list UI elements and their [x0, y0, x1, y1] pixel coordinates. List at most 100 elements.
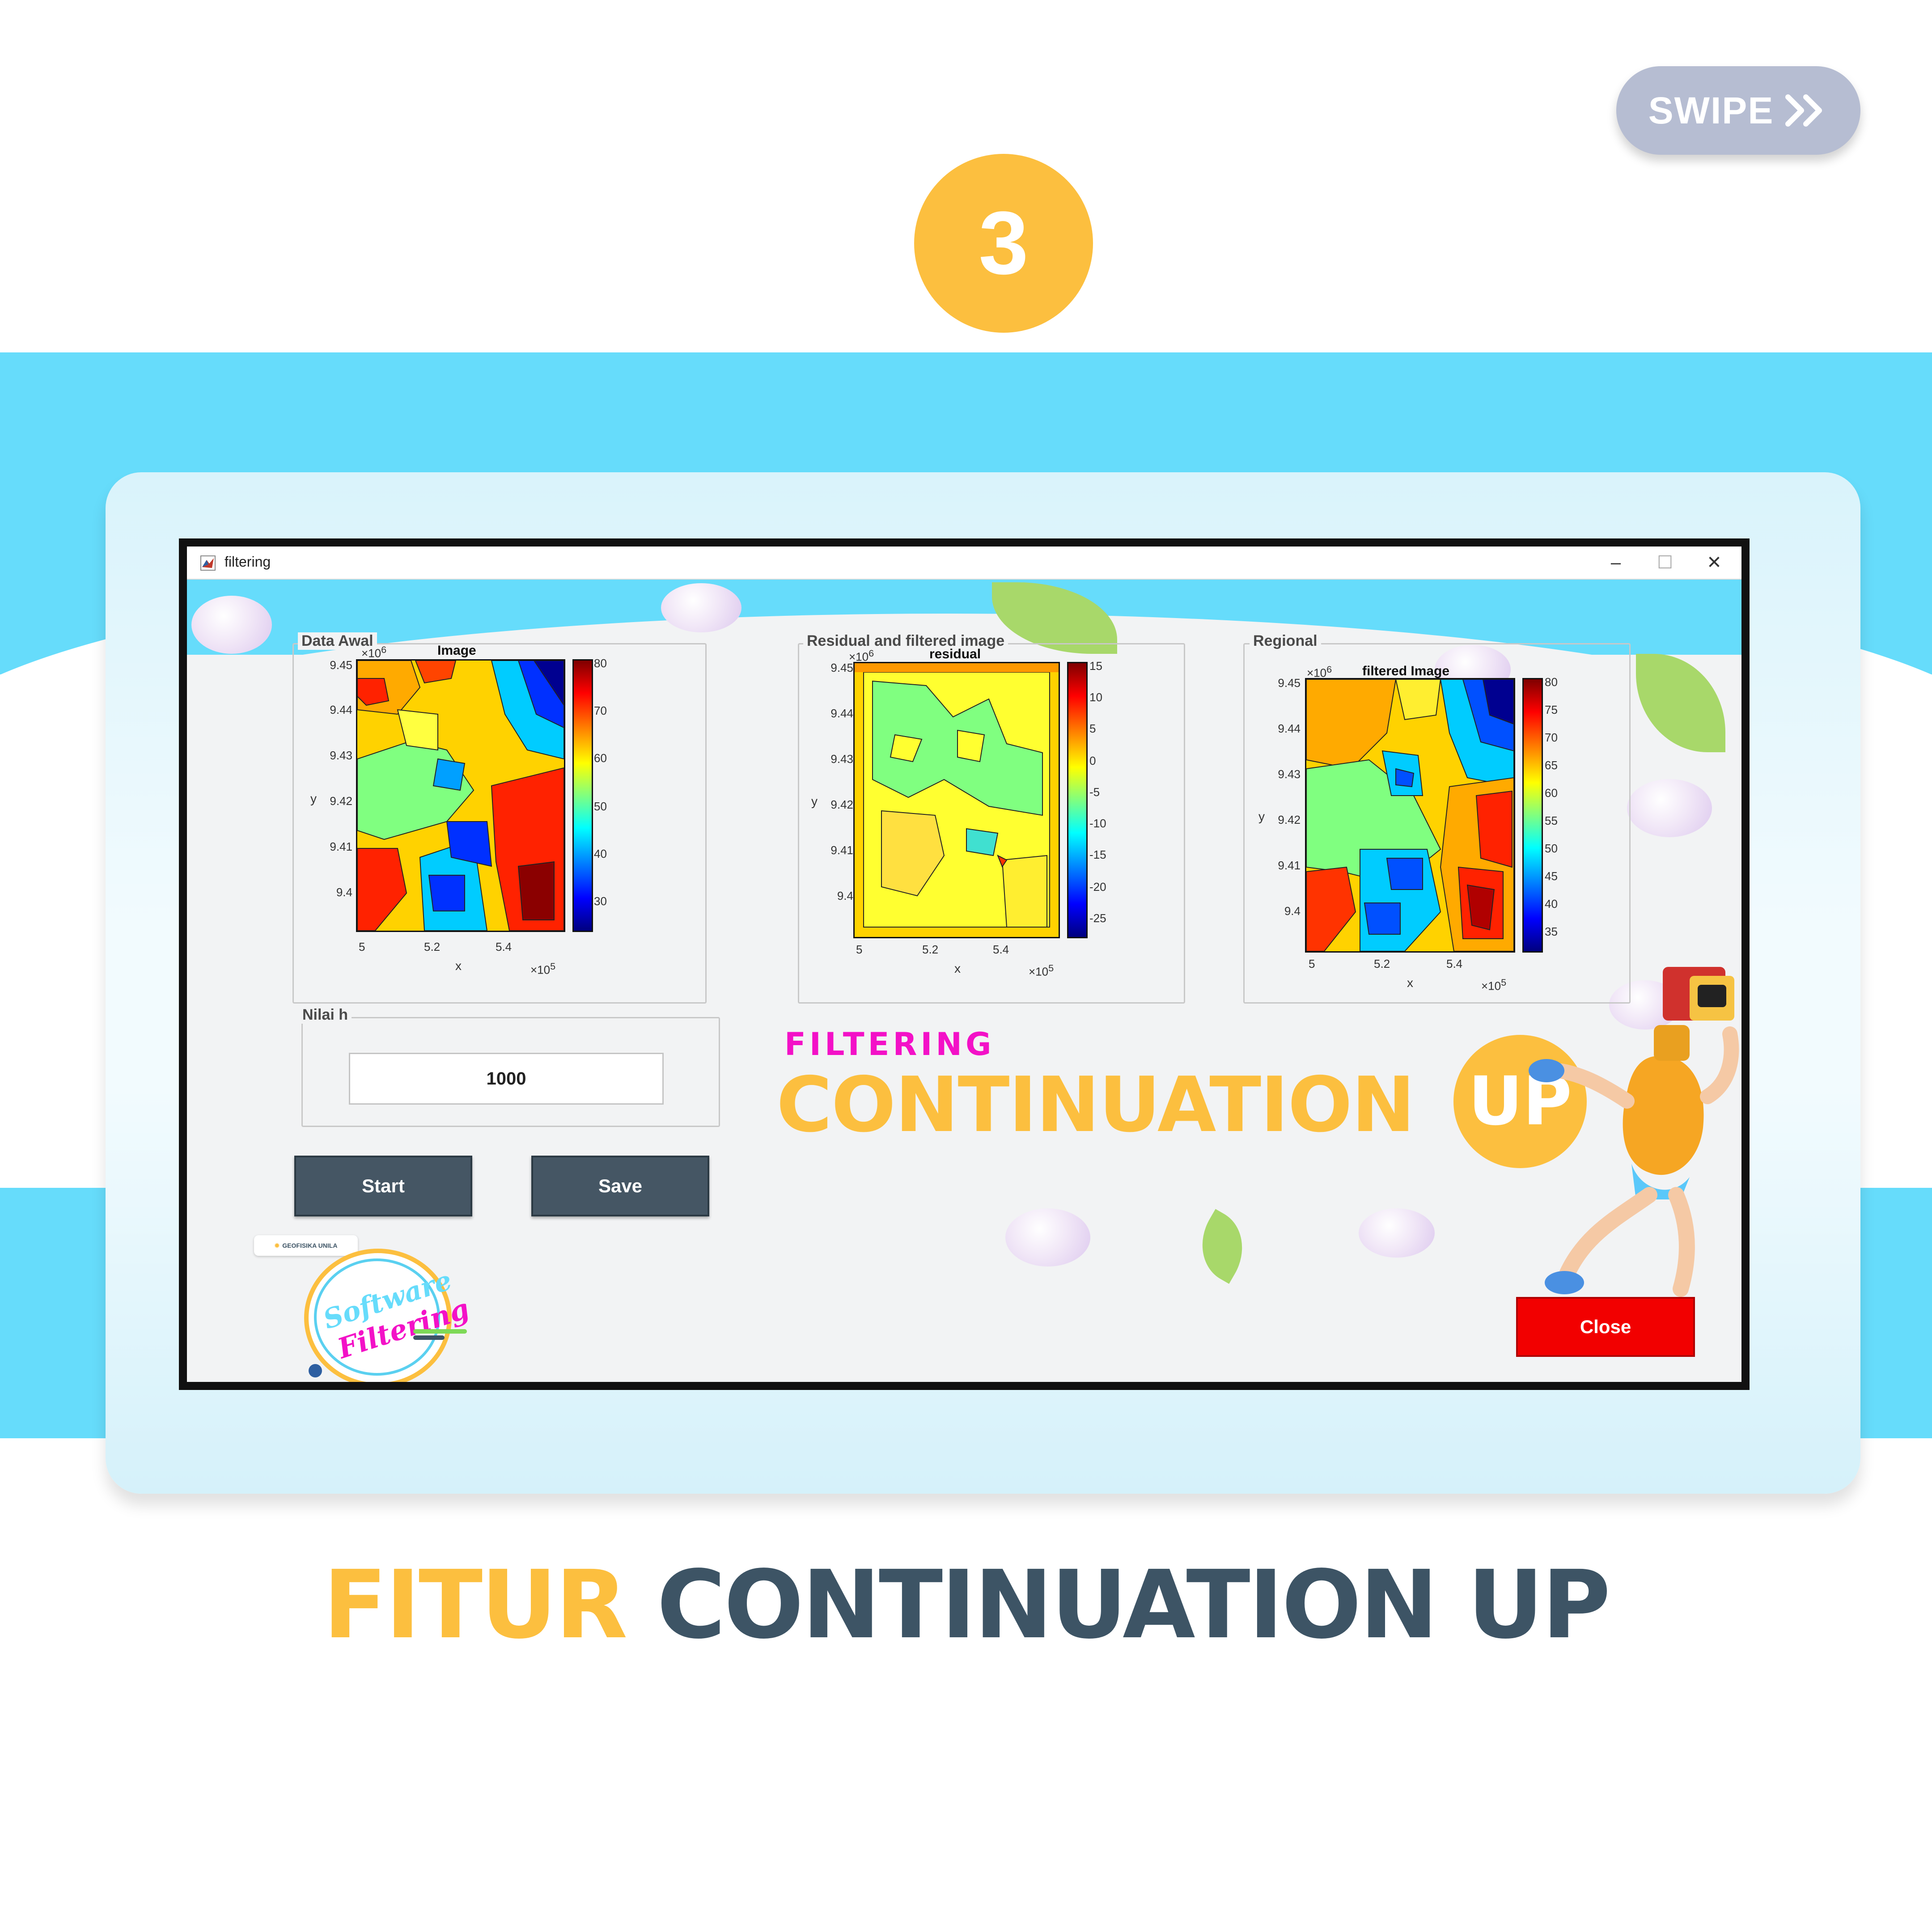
close-button[interactable]: Close	[1516, 1297, 1695, 1357]
y-tick-labels: 9.45 9.44 9.43 9.42 9.41 9.4	[317, 658, 352, 936]
y-tick: 9.42	[1278, 813, 1301, 826]
x-exponent: ×105	[530, 961, 556, 977]
colorbar-tick: 55	[1545, 814, 1558, 827]
colorbar-ticks: 80 75 70 65 60 55 50 45 40 35	[1545, 675, 1572, 953]
y-tick: 9.41	[330, 840, 352, 853]
y-tick: 9.4	[336, 886, 352, 899]
colorbar-tick: 60	[594, 751, 607, 765]
x-tick: 5.4	[993, 943, 1009, 956]
geofisika-badge: ✹ GEOFISIKA UNILA	[254, 1235, 358, 1256]
y-tick: 9.45	[330, 658, 352, 672]
x-axis-label: x	[455, 959, 462, 973]
swipe-button[interactable]: SWIPE	[1616, 66, 1860, 155]
y-tick: 9.45	[830, 661, 853, 674]
cloud-decoration	[1359, 1208, 1435, 1258]
running-character-illustration	[1529, 967, 1739, 1297]
colorbar-tick: 30	[594, 894, 607, 908]
panel-title: Regional	[1250, 632, 1321, 650]
x-axis-label: x	[954, 962, 961, 975]
colorbar	[572, 659, 593, 932]
y-tick-labels: 9.45 9.44 9.43 9.42 9.41 9.4	[818, 661, 853, 938]
y-tick: 9.41	[1278, 859, 1301, 872]
x-exponent: ×105	[1029, 962, 1054, 979]
logo-bar	[413, 1329, 467, 1334]
contour-map	[855, 663, 1059, 937]
colorbar-tick: -20	[1089, 880, 1106, 894]
badge-org: GEOFISIKA UNILA	[282, 1242, 338, 1249]
colorbar-tick: 75	[1545, 703, 1558, 716]
app-window: filtering – ☐ ✕ Data Awal ×106 Image 9.4…	[179, 538, 1750, 1390]
feature-title: FITUR CONTINUATION UP	[0, 1550, 1932, 1660]
colorbar-tick: 15	[1089, 659, 1102, 673]
colorbar-tick: 45	[1545, 869, 1558, 883]
cloud-decoration	[1627, 779, 1712, 837]
software-filtering-logo: ✹ GEOFISIKA UNILA Software Filtering	[254, 1235, 487, 1382]
contour-plot-residual	[853, 662, 1060, 938]
y-axis-label: y	[811, 794, 818, 808]
colorbar	[1522, 678, 1543, 953]
contour-plot-image	[356, 659, 565, 932]
x-tick: 5	[1309, 957, 1315, 970]
sun-icon: ✹	[274, 1241, 280, 1249]
y-tick: 9.43	[830, 752, 853, 766]
matlab-icon	[200, 555, 216, 571]
leaf-decoration	[1186, 1209, 1258, 1284]
y-tick: 9.45	[1278, 676, 1301, 690]
colorbar-tick: 80	[1545, 675, 1558, 689]
x-tick: 5.4	[1446, 957, 1463, 970]
y-tick: 9.44	[1278, 722, 1301, 735]
y-axis-label: y	[310, 792, 317, 805]
contour-map	[1306, 679, 1514, 951]
y-tick: 9.42	[830, 798, 853, 811]
filtering-heading: FILTERING	[784, 1026, 995, 1063]
save-button[interactable]: Save	[531, 1156, 709, 1216]
window-titlebar: filtering – ☐ ✕	[187, 547, 1741, 580]
colorbar-tick: -10	[1089, 817, 1106, 830]
step-number-badge: 3	[914, 154, 1093, 333]
y-axis-label: y	[1258, 809, 1265, 823]
feature-title-accent: FITUR	[323, 1550, 627, 1660]
y-tick: 9.44	[830, 707, 853, 720]
x-tick: 5	[856, 943, 863, 956]
x-exponent: ×105	[1481, 977, 1507, 993]
colorbar-tick: 70	[594, 704, 607, 717]
app-window-body: filtering – ☐ ✕ Data Awal ×106 Image 9.4…	[187, 547, 1741, 1382]
x-tick: 5	[359, 940, 365, 953]
colorbar-tick: 40	[594, 847, 607, 860]
y-exponent: ×106	[361, 644, 387, 660]
colorbar-tick: 10	[1089, 691, 1102, 704]
y-tick: 9.4	[837, 889, 853, 902]
colorbar-tick: 0	[1089, 754, 1096, 767]
colorbar-tick: 50	[1545, 842, 1558, 855]
swipe-label: SWIPE	[1648, 89, 1774, 131]
colorbar-tick: 50	[594, 800, 607, 813]
y-tick: 9.43	[330, 749, 352, 762]
y-tick: 9.42	[330, 794, 352, 808]
nilai-h-input[interactable]	[349, 1053, 664, 1105]
y-tick: 9.44	[330, 703, 352, 716]
x-tick: 5.4	[496, 940, 512, 953]
continuation-heading: CONTINUATION	[776, 1061, 1415, 1149]
cloud-decoration	[191, 596, 272, 654]
contour-plot-filtered	[1305, 678, 1515, 953]
colorbar-ticks: 15 10 5 0 -5 -10 -15 -20 -25	[1089, 659, 1116, 936]
contour-map	[357, 661, 564, 931]
start-button[interactable]: Start	[294, 1156, 472, 1216]
colorbar-tick: 60	[1545, 786, 1558, 800]
maximize-button[interactable]: ☐	[1645, 550, 1685, 575]
minimize-button[interactable]: –	[1596, 550, 1636, 575]
close-window-button[interactable]: ✕	[1694, 550, 1734, 575]
double-chevron-right-icon	[1785, 94, 1822, 127]
y-tick-labels: 9.45 9.44 9.43 9.42 9.41 9.4	[1265, 676, 1301, 953]
colorbar-tick: 5	[1089, 722, 1096, 735]
colorbar	[1067, 662, 1088, 938]
colorbar-tick: 40	[1545, 897, 1558, 911]
colorbar-tick: 80	[594, 657, 607, 670]
x-tick: 5.2	[424, 940, 441, 953]
colorbar-tick: 65	[1545, 758, 1558, 772]
cloud-decoration	[1005, 1208, 1090, 1267]
cloud-decoration	[661, 583, 741, 632]
x-axis-label: x	[1407, 976, 1413, 990]
colorbar-ticks: 80 70 60 50 40 30	[594, 657, 621, 934]
plot-title: residual	[929, 647, 981, 661]
